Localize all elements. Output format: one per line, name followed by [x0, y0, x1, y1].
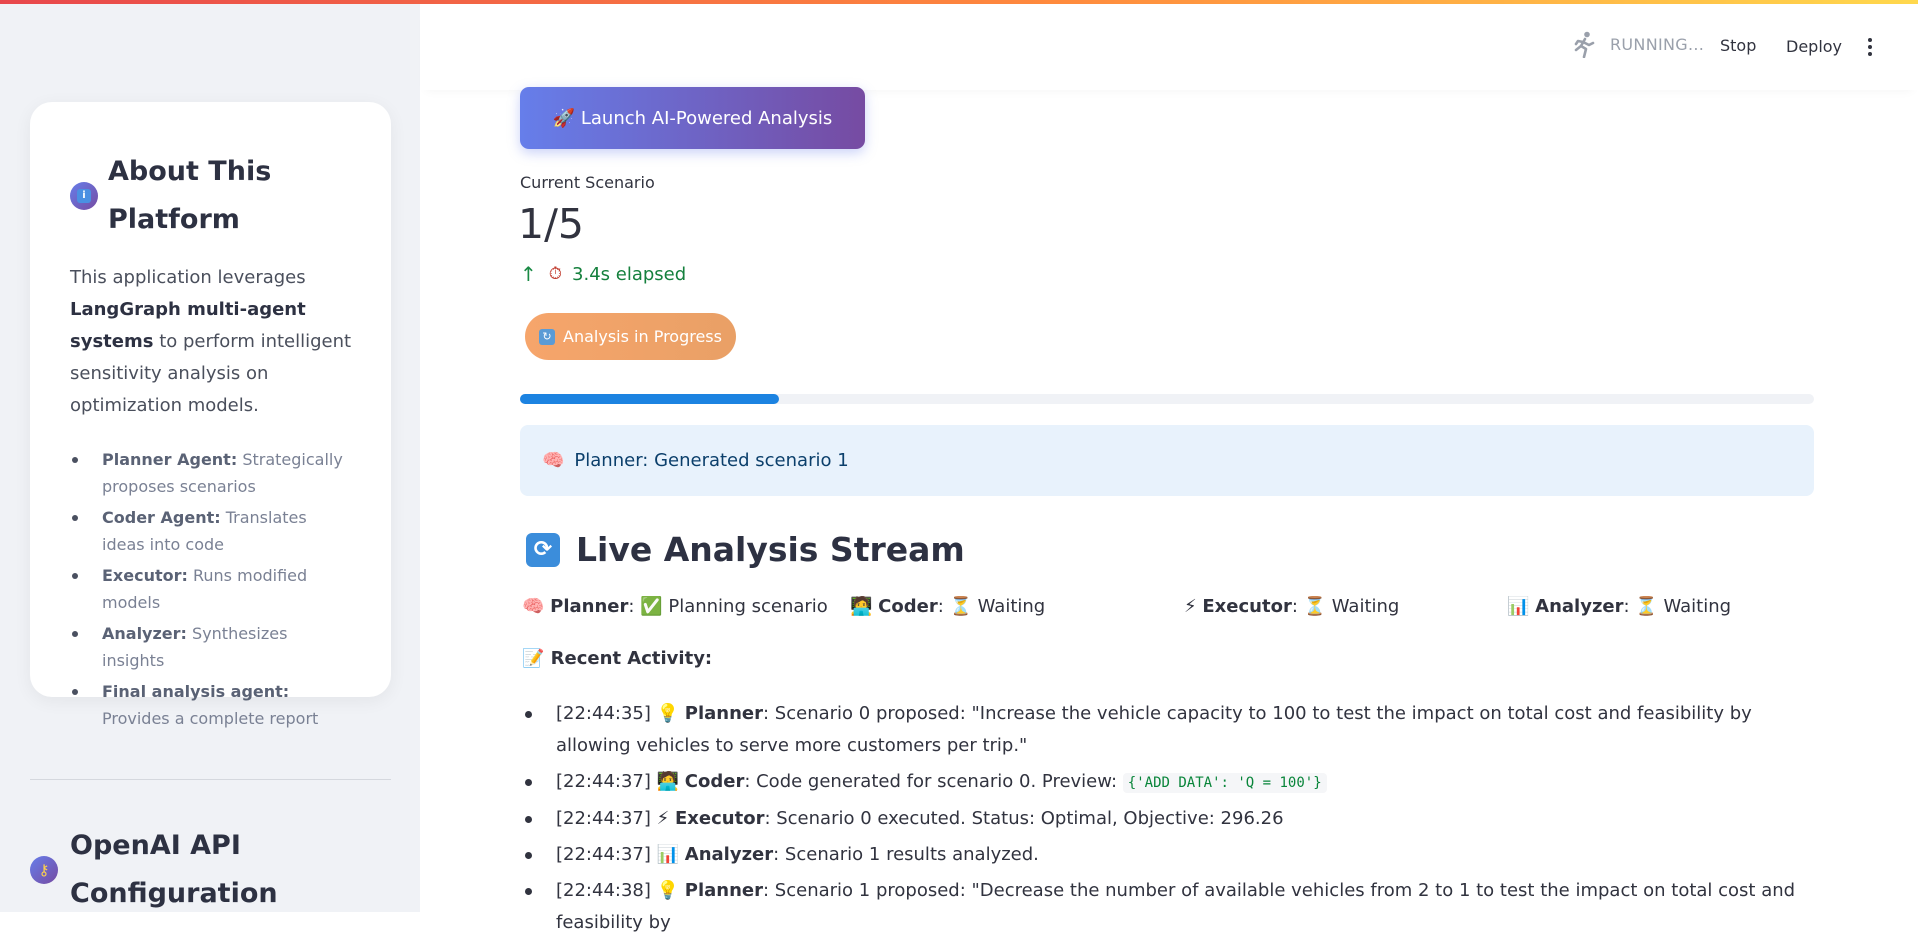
agent-name: Analyzer: — [102, 624, 187, 643]
list-item: [22:44:37] 📊 Analyzer: Scenario 1 result… — [520, 839, 1820, 871]
agent-status-coder: 🧑‍💻 Coder: ⏳ Waiting — [850, 596, 1046, 617]
agent-status-executor: ⚡ Executor: ⏳ Waiting — [1184, 596, 1400, 617]
bar-chart-icon: 📊 — [656, 844, 680, 865]
lightning-icon: ⚡ — [656, 808, 670, 829]
metric-delta: ↑ ⏱ 3.4s elapsed — [520, 262, 686, 286]
about-heading: i About This Platform — [70, 148, 353, 244]
key-icon: ⚷ — [30, 856, 58, 884]
agent-state: Waiting — [1663, 596, 1732, 617]
status-badge-text: Analysis in Progress — [563, 327, 722, 346]
activity-text: : Code generated for scenario 0. Preview… — [744, 771, 1118, 792]
list-item: [22:44:38] 💡 Planner: Scenario 1 propose… — [520, 875, 1820, 939]
api-config-heading: ⚷ OpenAI API Configuration — [30, 822, 300, 912]
agent-state: Waiting — [1331, 596, 1400, 617]
agent-name: Coder Agent: — [102, 508, 221, 527]
list-item: [22:44:37] 🧑‍💻 Coder: Code generated for… — [520, 766, 1820, 799]
lightbulb-icon: 💡 — [656, 880, 680, 901]
metric-delta-text: 3.4s elapsed — [572, 263, 687, 285]
list-item: Coder Agent: Translates ideas into code — [70, 504, 353, 558]
lightbulb-icon: 💡 — [656, 703, 680, 724]
agent-name: Executor — [1202, 596, 1292, 617]
activity-agent: Executor — [675, 808, 765, 829]
top-accent-bar — [0, 0, 1918, 4]
main-content: 🚀 Launch AI-Powered Analysis Current Sce… — [420, 0, 1918, 933]
lightning-icon: ⚡ — [1184, 596, 1197, 617]
sidebar-divider — [30, 779, 391, 780]
bar-chart-icon: 📊 — [1507, 596, 1530, 617]
list-item: Analyzer: Synthesizes insights — [70, 620, 353, 674]
brain-icon: 🧠 — [542, 450, 565, 471]
agent-status-analyzer: 📊 Analyzer: ⏳ Waiting — [1507, 596, 1732, 617]
activity-agent: Planner — [684, 880, 764, 901]
arrow-up-icon: ↑ — [520, 262, 537, 286]
about-description: This application leverages LangGraph mul… — [70, 262, 353, 422]
agent-status-planner: 🧠 Planner: ✅ Planning scenario — [522, 596, 828, 617]
technologist-icon: 🧑‍💻 — [850, 596, 873, 617]
technologist-icon: 🧑‍💻 — [656, 771, 680, 792]
agent-desc: Provides a complete report — [102, 709, 319, 728]
agent-name: Planner Agent: — [102, 450, 238, 469]
metric-label: Current Scenario — [520, 173, 655, 192]
agent-state: Planning scenario — [668, 596, 828, 617]
info-alert: 🧠 Planner: Generated scenario 1 — [520, 425, 1814, 496]
stopwatch-icon: ⏱ — [548, 264, 563, 284]
brain-icon: 🧠 — [522, 596, 545, 617]
about-desc-pre: This application leverages — [70, 267, 306, 288]
metric-value: 1/5 — [518, 200, 584, 248]
agent-name: Analyzer — [1535, 596, 1624, 617]
agent-state: Waiting — [977, 596, 1046, 617]
agent-list: Planner Agent: Strategically proposes sc… — [70, 446, 353, 732]
timestamp: [22:44:35] — [556, 703, 651, 724]
progress-bar-fill — [520, 394, 779, 404]
check-icon: ✅ — [640, 596, 663, 617]
hourglass-icon: ⏳ — [949, 596, 972, 617]
list-item: Planner Agent: Strategically proposes sc… — [70, 446, 353, 500]
activity-text: : Scenario 1 results analyzed. — [773, 844, 1039, 865]
progress-bar — [520, 394, 1814, 404]
agent-name: Final analysis agent: — [102, 682, 290, 701]
hourglass-icon: ⏳ — [1635, 596, 1658, 617]
refresh-icon: ↻ — [539, 328, 556, 345]
stream-title-text: Live Analysis Stream — [576, 530, 965, 569]
timestamp: [22:44:37] — [556, 808, 651, 829]
stream-title: ⟳ Live Analysis Stream — [526, 530, 965, 569]
list-item: Executor: Runs modified models — [70, 562, 353, 616]
list-item: [22:44:35] 💡 Planner: Scenario 0 propose… — [520, 698, 1820, 762]
refresh-icon: ⟳ — [526, 532, 560, 567]
activity-list: [22:44:35] 💡 Planner: Scenario 0 propose… — [520, 698, 1820, 943]
launch-analysis-button[interactable]: 🚀 Launch AI-Powered Analysis — [520, 87, 865, 149]
list-item: Final analysis agent: Provides a complet… — [70, 678, 353, 732]
recent-activity-label: 📝 Recent Activity: — [522, 648, 713, 669]
sidebar: i About This Platform This application l… — [0, 0, 420, 912]
info-icon: i — [70, 182, 98, 210]
status-badge: ↻ Analysis in Progress — [525, 313, 736, 360]
agent-name: Planner — [550, 596, 629, 617]
timestamp: [22:44:37] — [556, 844, 651, 865]
agent-status-row: 🧠 Planner: ✅ Planning scenario 🧑‍💻 Coder… — [520, 596, 1814, 622]
code-preview: {'ADD DATA': 'Q = 100'} — [1122, 773, 1327, 793]
hourglass-icon: ⏳ — [1303, 596, 1327, 617]
about-card: i About This Platform This application l… — [30, 102, 391, 728]
activity-agent: Planner — [684, 703, 764, 724]
timestamp: [22:44:37] — [556, 771, 651, 792]
activity-text: : Scenario 0 executed. Status: Optimal, … — [764, 808, 1284, 829]
agent-name: Executor: — [102, 566, 188, 585]
list-item: [22:44:37] ⚡ Executor: Scenario 0 execut… — [520, 803, 1820, 835]
agent-name: Coder — [878, 596, 938, 617]
timestamp: [22:44:38] — [556, 880, 651, 901]
alert-text: Planner: Generated scenario 1 — [574, 450, 849, 471]
api-config-title: OpenAI API Configuration — [70, 830, 278, 909]
about-title: About This Platform — [108, 156, 272, 235]
activity-agent: Coder — [684, 771, 745, 792]
activity-agent: Analyzer — [684, 844, 774, 865]
